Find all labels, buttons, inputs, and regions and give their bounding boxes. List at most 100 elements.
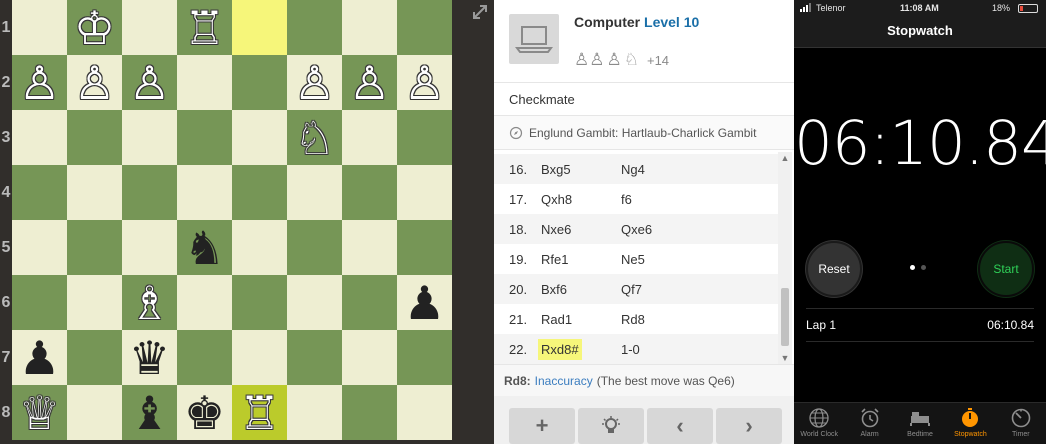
board-square[interactable]: ♟ (12, 330, 67, 385)
white-pawn-icon[interactable]: ♙ (122, 55, 177, 110)
white-move[interactable]: Rxd8# (538, 338, 582, 360)
page-indicator[interactable] (910, 265, 926, 270)
board-square[interactable] (287, 165, 342, 220)
white-pawn-icon[interactable]: ♙ (287, 55, 342, 110)
white-move[interactable]: Rad1 (538, 309, 575, 330)
white-pawn-icon[interactable]: ♙ (67, 55, 122, 110)
black-pawn-icon[interactable]: ♟ (12, 330, 67, 385)
white-move[interactable]: Rfe1 (538, 249, 571, 270)
white-knight-icon[interactable]: ♘ (287, 110, 342, 165)
next-move-button[interactable]: › (716, 408, 782, 444)
board-square[interactable]: ♗ (122, 275, 177, 330)
white-pawn-icon[interactable]: ♙ (12, 55, 67, 110)
black-move[interactable]: f6 (618, 189, 635, 210)
board-square[interactable] (397, 165, 452, 220)
board-square[interactable] (177, 330, 232, 385)
board-square[interactable]: ♝ (122, 385, 177, 440)
board-square[interactable] (397, 330, 452, 385)
board-square[interactable]: ♚ (177, 385, 232, 440)
add-button[interactable]: + (509, 408, 575, 444)
board-square[interactable] (12, 275, 67, 330)
opening-name-row[interactable]: Englund Gambit: Hartlaub-Charlick Gambit (494, 116, 794, 150)
board-square[interactable]: ♟ (397, 275, 452, 330)
board-square[interactable] (12, 220, 67, 275)
white-move[interactable]: Bxf6 (538, 279, 570, 300)
board-square[interactable] (232, 110, 287, 165)
white-move[interactable]: Qxh8 (538, 189, 575, 210)
move-list-scrollbar[interactable]: ▲ ▼ (778, 152, 792, 364)
black-move[interactable]: Ng4 (618, 159, 648, 180)
black-move[interactable]: 1-0 (618, 339, 643, 360)
black-knight-icon[interactable]: ♞ (177, 220, 232, 275)
board-square[interactable]: ♙ (67, 55, 122, 110)
board-square[interactable]: ♙ (122, 55, 177, 110)
player-level[interactable]: Level 10 (644, 14, 699, 30)
previous-move-button[interactable]: ‹ (647, 408, 713, 444)
black-move[interactable]: Qf7 (618, 279, 645, 300)
board-square[interactable] (67, 385, 122, 440)
board-square[interactable]: ♖ (232, 385, 287, 440)
board-square[interactable] (342, 385, 397, 440)
board-square[interactable] (177, 55, 232, 110)
black-pawn-icon[interactable]: ♟ (397, 275, 452, 330)
black-move[interactable]: Qxe6 (618, 219, 655, 240)
black-move[interactable]: Rd8 (618, 309, 648, 330)
board-square[interactable] (287, 0, 342, 55)
scroll-up-arrow-icon[interactable]: ▲ (778, 152, 792, 164)
white-move[interactable]: Bxg5 (538, 159, 574, 180)
board-square[interactable] (67, 110, 122, 165)
start-button[interactable]: Start (978, 241, 1034, 297)
board-square[interactable] (12, 110, 67, 165)
board-square[interactable]: ♖ (177, 0, 232, 55)
white-queen-icon[interactable]: ♕ (12, 385, 67, 440)
board-square[interactable] (177, 275, 232, 330)
white-pawn-icon[interactable]: ♙ (397, 55, 452, 110)
board-square[interactable] (397, 110, 452, 165)
board-square[interactable] (67, 330, 122, 385)
expand-icon[interactable] (470, 2, 490, 22)
board-square[interactable]: ♘ (287, 110, 342, 165)
board-square[interactable] (67, 165, 122, 220)
tab-stopwatch[interactable]: Stopwatch (945, 403, 995, 444)
black-bishop-icon[interactable]: ♝ (122, 385, 177, 440)
board-square[interactable] (287, 220, 342, 275)
white-pawn-icon[interactable]: ♙ (342, 55, 397, 110)
board-square[interactable] (342, 220, 397, 275)
board-square[interactable] (122, 165, 177, 220)
board-square[interactable] (287, 275, 342, 330)
chess-board[interactable]: ♔ ♖ ♙ ♙ ♙ ♙ ♙ ♙ ♘ ♞ ♗ ♟ ♟ ♛ ♕ ♝ ♚ ♖ (12, 0, 452, 440)
board-square[interactable]: ♙ (12, 55, 67, 110)
board-square[interactable] (232, 330, 287, 385)
board-square[interactable] (342, 0, 397, 55)
player-name[interactable]: Computer Level 10 (574, 14, 699, 30)
board-square[interactable] (342, 165, 397, 220)
board-square[interactable] (342, 110, 397, 165)
board-square[interactable] (397, 220, 452, 275)
tab-world-clock[interactable]: World Clock (794, 403, 844, 444)
board-square[interactable] (122, 0, 177, 55)
white-king-icon[interactable]: ♔ (67, 0, 122, 55)
white-bishop-icon[interactable]: ♗ (122, 275, 177, 330)
tab-alarm[interactable]: Alarm (844, 403, 894, 444)
board-square[interactable] (342, 330, 397, 385)
board-square[interactable]: ♕ (12, 385, 67, 440)
board-square[interactable]: ♙ (342, 55, 397, 110)
hint-button[interactable] (578, 408, 644, 444)
board-square[interactable] (12, 0, 67, 55)
board-square[interactable]: ♔ (67, 0, 122, 55)
board-square[interactable] (287, 385, 342, 440)
tab-timer[interactable]: Timer (996, 403, 1046, 444)
board-square[interactable] (177, 165, 232, 220)
black-queen-icon[interactable]: ♛ (122, 330, 177, 385)
board-square[interactable] (232, 55, 287, 110)
board-square[interactable] (397, 385, 452, 440)
board-square[interactable] (287, 330, 342, 385)
board-square[interactable] (342, 275, 397, 330)
scroll-thumb[interactable] (781, 288, 789, 346)
black-move[interactable]: Ne5 (618, 249, 648, 270)
board-square[interactable] (177, 110, 232, 165)
board-square[interactable]: ♞ (177, 220, 232, 275)
board-square[interactable] (12, 165, 67, 220)
board-square[interactable] (232, 0, 287, 55)
reset-button[interactable]: Reset (806, 241, 862, 297)
